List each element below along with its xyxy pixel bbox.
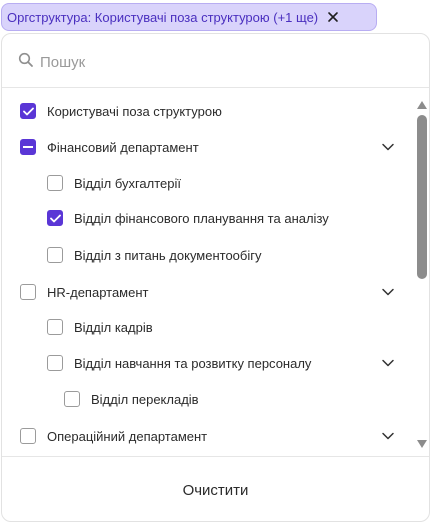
checkbox-checked[interactable] (20, 103, 36, 119)
chevron-down-icon[interactable] (381, 285, 395, 299)
checkbox-unchecked[interactable] (64, 391, 80, 407)
tree-item-training[interactable]: Відділ навчання та розвитку персоналу (47, 353, 395, 373)
tree-item-label: Відділ перекладів (91, 391, 199, 407)
chevron-down-icon[interactable] (381, 429, 395, 443)
divider (2, 87, 429, 88)
checkbox-unchecked[interactable] (47, 355, 63, 371)
chevron-down-icon[interactable] (381, 356, 395, 370)
tree-item-label: HR-департамент (47, 284, 149, 300)
tree-item-document-flow[interactable]: Відділ з питань документообігу (47, 245, 261, 265)
tree-item-financial-planning[interactable]: Відділ фінансового планування та аналізу (47, 208, 329, 228)
search-box[interactable] (18, 52, 340, 73)
tree-item-label: Операційний департамент (47, 428, 208, 444)
filter-chip[interactable]: Оргструктура: Користувачі поза структуро… (1, 3, 377, 31)
clear-button[interactable]: Очистити (2, 458, 429, 522)
tree-item-hr-records[interactable]: Відділ кадрів (47, 317, 153, 337)
tree-item-accounting[interactable]: Відділ бухгалтерії (47, 173, 181, 193)
scroll-up-icon[interactable] (416, 97, 428, 109)
tree-item-operations-department[interactable]: Операційний департамент (20, 426, 395, 446)
chevron-down-icon[interactable] (381, 140, 395, 154)
tree-item-outside-structure[interactable]: Користувачі поза структурою (20, 101, 400, 121)
divider (2, 456, 429, 457)
checkbox-unchecked[interactable] (20, 284, 36, 300)
search-icon (18, 52, 34, 73)
search-input[interactable] (40, 54, 340, 71)
checkbox-indeterminate[interactable] (20, 139, 36, 155)
tree-item-label: Відділ фінансового планування та аналізу (74, 210, 329, 226)
tree-item-label: Відділ кадрів (74, 319, 153, 335)
tree-item-label: Відділ бухгалтерії (74, 175, 182, 191)
tree-item-label: Фінансовий департамент (47, 139, 199, 155)
tree-item-finance-department[interactable]: Фінансовий департамент (20, 137, 395, 157)
tree-item-label: Користувачі поза структурою (47, 103, 222, 119)
tree-item-hr-department[interactable]: HR-департамент (20, 282, 395, 302)
close-icon[interactable] (326, 10, 340, 24)
tree-item-label: Відділ з питань документообігу (74, 247, 262, 263)
checkbox-checked[interactable] (47, 210, 63, 226)
checkbox-unchecked[interactable] (47, 247, 63, 263)
checkbox-unchecked[interactable] (47, 319, 63, 335)
tree-item-translations[interactable]: Відділ перекладів (64, 389, 199, 409)
tree-item-label: Відділ навчання та розвитку персоналу (74, 355, 312, 371)
checkbox-unchecked[interactable] (47, 175, 63, 191)
filter-chip-label: Оргструктура: Користувачі поза структуро… (7, 9, 319, 25)
scroll-down-icon[interactable] (416, 436, 428, 448)
scrollbar-thumb[interactable] (417, 115, 427, 279)
checkbox-unchecked[interactable] (20, 428, 36, 444)
